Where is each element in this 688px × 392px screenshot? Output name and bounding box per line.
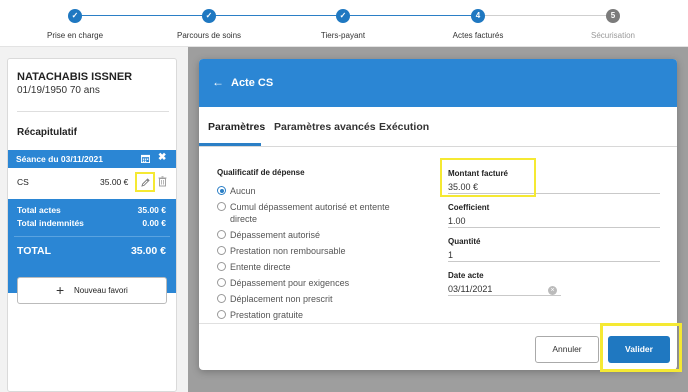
step-label: Tiers-payant: [320, 31, 366, 40]
radio-label: Prestation non remboursable: [230, 246, 346, 256]
field-underline: [448, 261, 660, 262]
dialog-header: ← Acte CS: [199, 59, 677, 107]
acte-code: CS: [17, 177, 29, 187]
check-icon: ✓: [68, 9, 82, 23]
step-number: 4: [471, 9, 485, 23]
quantite-label: Quantité: [448, 237, 481, 246]
recap-panel: NATACHABIS ISSNER 01/19/1950 70 ans Réca…: [7, 58, 177, 392]
dialog-title: Acte CS: [231, 77, 274, 89]
nouveau-favori-button[interactable]: + Nouveau favori: [17, 277, 167, 304]
clear-icon[interactable]: ×: [548, 286, 557, 295]
radio-button[interactable]: [217, 310, 226, 319]
field-underline: [448, 227, 660, 228]
edit-acte-button[interactable]: [135, 172, 155, 192]
step-parcours-de-soins[interactable]: ✓ Parcours de soins: [144, 0, 274, 40]
check-icon: ✓: [336, 9, 350, 23]
step-label: Prise en charge: [46, 31, 104, 40]
total-actes-label: Total actes: [17, 205, 61, 215]
step-number: 5: [606, 9, 620, 23]
radio-button[interactable]: [217, 202, 226, 211]
patient-birthdate-age: 01/19/1950 70 ans: [17, 85, 100, 96]
back-arrow-icon[interactable]: ←: [212, 75, 224, 89]
quantite-field[interactable]: 1: [448, 250, 453, 260]
total-label: TOTAL: [17, 245, 52, 257]
active-tab-indicator: [199, 143, 261, 146]
radio-button[interactable]: [217, 262, 226, 271]
date-acte-field[interactable]: 03/11/2021: [448, 284, 492, 294]
cancel-button[interactable]: Annuler: [535, 336, 599, 363]
radio-label: Entente directe: [230, 262, 291, 272]
radio-button[interactable]: [217, 230, 226, 239]
coefficient-field[interactable]: 1.00: [448, 216, 466, 226]
total-value: 35.00 €: [130, 245, 166, 257]
radio-button[interactable]: [217, 246, 226, 255]
coefficient-label: Coefficient: [448, 203, 490, 212]
radio-label: Cumul dépassement autorisé et entente di…: [230, 202, 390, 224]
step-tiers-payant[interactable]: ✓ Tiers-payant: [278, 0, 408, 40]
radio-label: Aucun: [230, 186, 256, 196]
step-label: Sécurisation: [590, 31, 636, 40]
total-indemnites-value: 0.00 €: [142, 218, 166, 228]
total-actes-value: 35.00 €: [137, 205, 166, 215]
radio-label: Dépassement autorisé: [230, 230, 321, 240]
tab-parametres-avances[interactable]: Paramètres avancés: [274, 121, 376, 133]
divider: [14, 236, 170, 237]
dialog-tabs: Paramètres Paramètres avancés Exécution: [199, 119, 677, 147]
radio-label: Déplacement non prescrit: [230, 294, 333, 304]
close-icon[interactable]: ✖: [158, 152, 166, 163]
step-label: Parcours de soins: [176, 31, 242, 40]
acte-amount: 35.00 €: [100, 177, 129, 187]
radio-button[interactable]: [217, 186, 226, 195]
step-prise-en-charge[interactable]: ✓ Prise en charge: [10, 0, 140, 40]
tab-parametres[interactable]: Paramètres: [208, 121, 265, 133]
radio-button[interactable]: [217, 278, 226, 287]
divider: [17, 111, 169, 112]
step-label: Actes facturés: [452, 31, 504, 40]
highlight-montant: [440, 158, 536, 197]
radio-label: Dépassement pour exigences: [230, 278, 350, 288]
seance-header: Séance du 03/11/2021 ✖: [8, 150, 176, 168]
field-underline: [448, 295, 561, 296]
date-acte-label: Date acte: [448, 271, 484, 280]
patient-name: NATACHABIS ISSNER: [17, 71, 133, 83]
radio-label: Prestation gratuite: [230, 310, 304, 320]
pencil-icon: [141, 178, 150, 187]
check-icon: ✓: [202, 9, 216, 23]
step-actes-factures[interactable]: 4 Actes facturés: [413, 0, 543, 40]
acte-row: CS 35.00 €: [8, 172, 176, 192]
nouveau-favori-label: Nouveau favori: [74, 286, 128, 295]
radio-button[interactable]: [217, 294, 226, 303]
progress-stepper: ✓ Prise en charge ✓ Parcours de soins ✓ …: [0, 0, 688, 47]
recap-title: Récapitulatif: [17, 127, 78, 138]
tab-execution[interactable]: Exécution: [379, 121, 429, 133]
calendar-icon[interactable]: [141, 154, 150, 163]
total-indemnites-label: Total indemnités: [17, 218, 84, 228]
trash-icon[interactable]: [158, 176, 167, 187]
step-securisation[interactable]: 5 Sécurisation: [548, 0, 678, 40]
plus-icon: +: [56, 282, 65, 298]
highlight-valider: [600, 323, 682, 372]
seance-label: Séance du 03/11/2021: [16, 154, 103, 164]
qualificatif-title: Qualificatif de dépense: [217, 168, 305, 177]
